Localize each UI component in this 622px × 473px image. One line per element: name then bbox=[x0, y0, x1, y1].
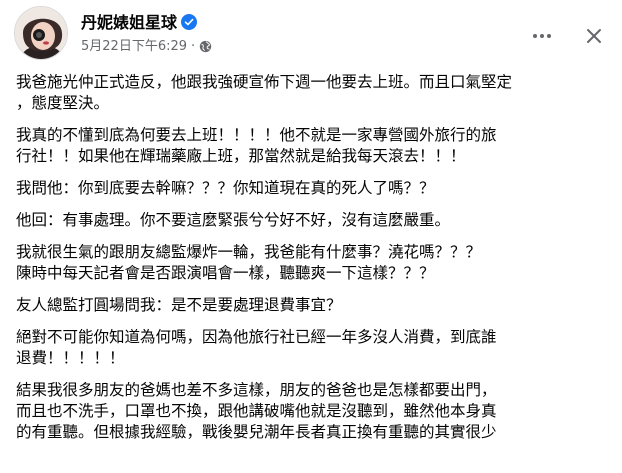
post-paragraph: 友人總監打圓場問我：是不是要處理退費事宜？ bbox=[16, 295, 612, 316]
post-paragraph: 絕對不可能你知道為何嗎，因為他旅行社已經一年多沒人消費，到底誰 退費！！！！！ bbox=[16, 327, 612, 369]
post-meta: 5月22日下午6:29 · bbox=[81, 38, 212, 59]
text-line: 的有重聽。但根據我經驗，戰後嬰兒潮年長者真正換有重聽的其實很少 bbox=[16, 423, 497, 441]
more-dot bbox=[547, 34, 551, 38]
meta-separator: · bbox=[191, 39, 196, 54]
post-header: 丹妮婊姐星球 5月22日下午6:29 · bbox=[14, 6, 614, 60]
text-line: 我就很生氣的跟朋友總監爆炸一輪，我爸能有什麼事？澆花嗎？？？ bbox=[16, 243, 482, 261]
text-line: 而且也不洗手，口罩也不換，跟他講破嘴他就是沒聽到，雖然他本身真 bbox=[16, 402, 497, 420]
close-icon bbox=[587, 29, 601, 43]
text-line: 他回：有事處理。你不要這麼緊張兮兮好不好，沒有這麼嚴重。 bbox=[16, 211, 451, 229]
post-paragraph: 我問他：你到底要去幹嘛？？？你知道現在真的死人了嗎？？ bbox=[16, 178, 612, 199]
text-line: 絕對不可能你知道為何嗎，因為他旅行社已經一年多沒人消費，到底誰 bbox=[16, 328, 497, 346]
post-timestamp[interactable]: 5月22日下午6:29 bbox=[81, 39, 187, 54]
post-paragraph: 我就很生氣的跟朋友總監爆炸一輪，我爸能有什麼事？澆花嗎？？？ 陳時中每天記者會是… bbox=[16, 242, 612, 284]
text-line: 陳時中每天記者會是否跟演唱會一樣，聽聽爽一下這樣？？？ bbox=[16, 264, 435, 282]
text-line: 我問他：你到底要去幹嘛？？？你知道現在真的死人了嗎？？ bbox=[16, 179, 435, 197]
text-line: 行社！！如果他在輝瑞藥廠上班，那當然就是給我每天滾去！！！ bbox=[16, 147, 466, 165]
more-dot bbox=[533, 34, 537, 38]
post-paragraph: 結果我很多朋友的爸媽也差不多這樣，朋友的爸爸也是怎樣都要出門， 而且也不洗手，口… bbox=[16, 380, 612, 443]
more-options-button[interactable] bbox=[530, 24, 554, 48]
more-dot bbox=[540, 34, 544, 38]
avatar-photo bbox=[15, 7, 67, 59]
post-paragraph: 我爸施光仲正式造反，他跟我強硬宣佈下週一他要去上班。而且口氣堅定 ，態度堅決。 bbox=[16, 72, 612, 114]
avatar[interactable] bbox=[14, 6, 68, 60]
verified-badge-icon bbox=[181, 14, 198, 30]
text-line: 我真的不懂到底為何要去上班！！！！他不就是一家專營國外旅行的旅 bbox=[16, 126, 497, 144]
post-paragraph: 他回：有事處理。你不要這麼緊張兮兮好不好，沒有這麼嚴重。 bbox=[16, 210, 612, 231]
author-name-text[interactable]: 丹妮婊姐星球 bbox=[81, 13, 177, 32]
text-line: ，態度堅決。 bbox=[16, 94, 110, 112]
text-line: 我爸施光仲正式造反，他跟我強硬宣佈下週一他要去上班。而且口氣堅定 bbox=[16, 73, 513, 91]
facebook-post: 丹妮婊姐星球 5月22日下午6:29 · 我爸施光仲正式造反，他跟我強硬宣佈下週一… bbox=[0, 0, 622, 473]
author-name[interactable]: 丹妮婊姐星球 bbox=[81, 13, 198, 33]
text-line: 友人總監打圓場問我：是不是要處理退費事宜？ bbox=[16, 296, 342, 314]
text-line: 結果我很多朋友的爸媽也差不多這樣，朋友的爸爸也是怎樣都要出門， bbox=[16, 381, 497, 399]
post-body: 我爸施光仲正式造反，他跟我強硬宣佈下週一他要去上班。而且口氣堅定 ，態度堅決。 … bbox=[16, 72, 612, 454]
text-line: 退費！！！！！ bbox=[16, 349, 125, 367]
post-paragraph: 我真的不懂到底為何要去上班！！！！他不就是一家專營國外旅行的旅 行社！！如果他在… bbox=[16, 125, 612, 167]
globe-icon[interactable] bbox=[199, 40, 212, 59]
close-button[interactable] bbox=[582, 24, 606, 48]
